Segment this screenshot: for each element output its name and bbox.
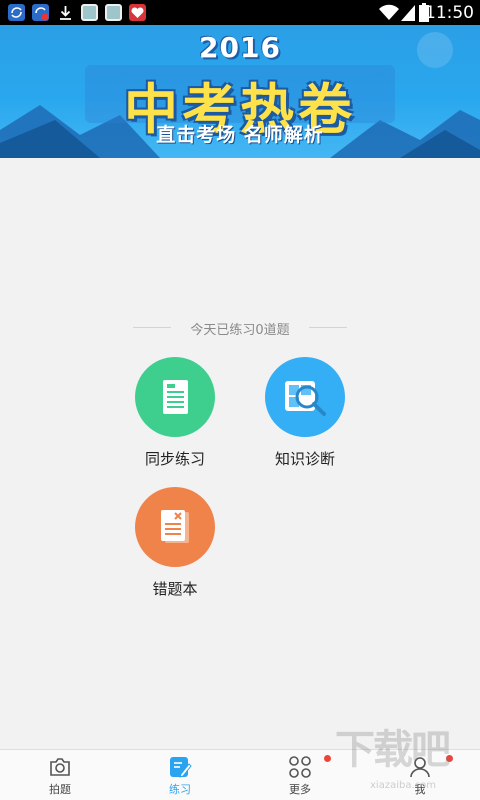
status-bar: 11:50 — [0, 0, 480, 25]
knowledge-diagnosis-label: 知识诊断 — [274, 450, 335, 468]
magnifier-icon — [284, 377, 328, 423]
tab-practice[interactable]: 练习 — [120, 750, 240, 800]
today-practice-text: 今天已练习0道题 — [190, 323, 290, 338]
clock: 11:50 — [425, 3, 474, 23]
knowledge-diagnosis-circle — [265, 357, 345, 437]
grid-icon — [288, 755, 312, 779]
more-notification-badge — [324, 755, 331, 762]
app-icon — [105, 4, 122, 21]
sync-alert-icon — [32, 4, 49, 21]
sync-practice-label: 同步练习 — [144, 450, 205, 468]
tab-more-label: 更多 — [289, 783, 311, 796]
watermark-url: xiazaiba.com — [370, 780, 436, 791]
heart-app-icon — [129, 4, 146, 21]
sync-practice-circle — [135, 357, 215, 437]
cell-signal-icon — [401, 4, 415, 25]
edit-icon — [168, 755, 192, 779]
document-icon — [162, 379, 189, 419]
tab-photo-search[interactable]: 拍题 — [0, 750, 120, 800]
wrong-questions-label: 错题本 — [152, 580, 198, 598]
banner-subtitle: 直击考场 名师解析 — [156, 124, 324, 146]
tab-photo-search-label: 拍题 — [49, 783, 71, 796]
wrong-questions-circle — [135, 487, 215, 567]
tab-practice-label: 练习 — [169, 783, 191, 796]
banner-year: 2016 — [199, 31, 281, 64]
wrong-questions-button[interactable]: 错题本 — [120, 487, 230, 602]
promo-banner[interactable]: 2016 中考热卷 直击考场 名师解析 — [0, 25, 480, 158]
watermark-logo: 下载吧 — [335, 727, 451, 773]
today-practice-count: 今天已练习0道题 — [133, 318, 347, 338]
divider — [309, 327, 347, 328]
sync-practice-button[interactable]: 同步练习 — [120, 357, 230, 472]
wifi-icon — [378, 4, 400, 25]
sync-icon — [8, 4, 25, 21]
download-icon — [57, 4, 74, 21]
wrong-book-icon — [160, 509, 192, 549]
knowledge-diagnosis-button[interactable]: 知识诊断 — [250, 357, 360, 472]
app-icon — [81, 4, 98, 21]
camera-icon — [48, 755, 72, 779]
